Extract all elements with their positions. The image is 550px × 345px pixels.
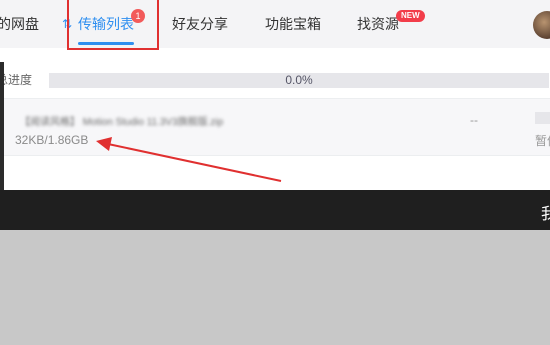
annotation-arrow-line — [107, 143, 282, 182]
annotation-arrow-head — [96, 137, 112, 151]
annotation-arrow — [96, 137, 282, 182]
